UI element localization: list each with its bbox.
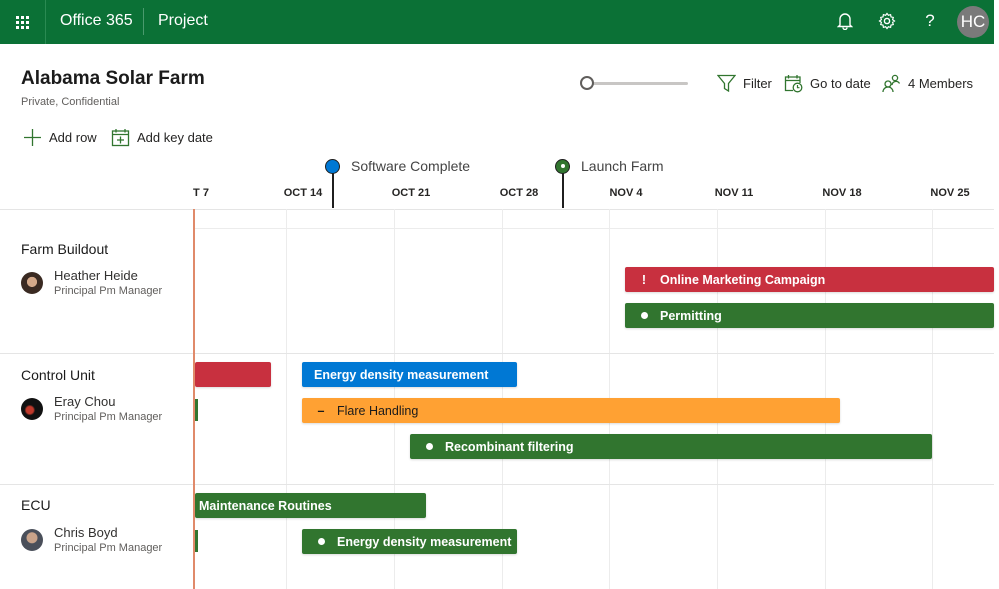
task-bar[interactable]: – Flare Handling [302, 398, 840, 423]
go-to-date-button[interactable]: Go to date [784, 74, 871, 93]
waffle-icon [16, 15, 29, 29]
group-name[interactable]: Farm Buildout [21, 241, 108, 257]
group-owner[interactable]: Chris Boyd Principal Pm Manager [21, 525, 162, 554]
milestone-marker-icon [555, 158, 570, 174]
app-name-link[interactable]: Project [158, 12, 208, 30]
status-dot-icon [318, 538, 325, 545]
task-bar-stub[interactable] [195, 399, 198, 421]
header-divider [0, 209, 994, 210]
task-label: Online Marketing Campaign [660, 272, 826, 287]
app-launcher-button[interactable] [0, 0, 46, 44]
milestone-launch-farm[interactable]: Launch Farm [555, 158, 663, 174]
owner-name: Eray Chou [54, 394, 116, 409]
milestone-label: Launch Farm [581, 158, 664, 174]
user-avatar[interactable]: HC [957, 6, 989, 38]
add-key-date-button[interactable]: Add key date [111, 128, 213, 147]
date-header: OCT 21 [391, 187, 431, 199]
avatar [21, 272, 43, 294]
week-gridline [286, 209, 287, 589]
task-label: Maintenance Routines [199, 498, 332, 513]
task-bar[interactable]: Recombinant filtering [410, 434, 932, 459]
help-icon: ? [925, 11, 935, 30]
task-bar[interactable]: Energy density measurement [302, 362, 517, 387]
task-bar[interactable]: Permitting [625, 303, 994, 328]
bell-icon [837, 13, 853, 30]
task-label: Energy density measurement [337, 534, 512, 549]
week-gridline [932, 209, 933, 589]
owner-name: Chris Boyd [54, 525, 118, 540]
in-progress-icon: – [317, 403, 325, 418]
task-bar[interactable]: Maintenance Routines [195, 493, 426, 518]
milestone-line-software-complete [332, 172, 334, 208]
filter-button[interactable]: Filter [717, 74, 772, 92]
status-dot-icon [641, 312, 648, 319]
zoom-slider[interactable] [580, 76, 690, 90]
owner-role: Principal Pm Manager [54, 411, 163, 423]
go-to-date-label: Go to date [810, 76, 871, 91]
task-label: Recombinant filtering [445, 439, 574, 454]
calendar-clock-icon [784, 75, 803, 93]
task-label: Permitting [660, 308, 722, 323]
members-label: 4 Members [908, 76, 974, 91]
milestone-label: Software Complete [351, 158, 471, 174]
add-key-date-label: Add key date [137, 130, 213, 145]
row-divider [0, 484, 994, 485]
date-header: NOV 11 [714, 187, 754, 199]
slider-thumb[interactable] [580, 76, 594, 90]
project-subtitle: Private, Confidential [21, 96, 120, 108]
priority-icon: ! [641, 272, 647, 287]
avatar [21, 529, 43, 551]
task-label: Flare Handling [337, 403, 419, 418]
help-button[interactable]: ? [919, 10, 941, 32]
date-header: NOV 4 [609, 187, 643, 199]
date-header: OCT 28 [499, 187, 539, 199]
owner-role: Principal Pm Manager [54, 542, 163, 554]
slider-track [586, 82, 688, 85]
gear-icon [878, 12, 896, 30]
group-owner[interactable]: Eray Chou Principal Pm Manager [21, 394, 162, 423]
date-header: NOV 18 [822, 187, 862, 199]
owner-role: Principal Pm Manager [54, 285, 163, 297]
group-owner[interactable]: Heather Heide Principal Pm Manager [21, 268, 162, 297]
header-divider [143, 8, 144, 35]
add-row-button[interactable]: Add row [23, 128, 97, 147]
people-icon [882, 74, 901, 93]
status-dot-icon [426, 443, 433, 450]
suite-header: Office 365 Project ? HC [0, 0, 994, 44]
task-label: Energy density measurement [314, 367, 489, 382]
milestone-software-complete[interactable]: Software Complete [325, 158, 470, 174]
calendar-add-icon [111, 129, 130, 147]
group-name[interactable]: ECU [21, 497, 51, 513]
avatar [21, 398, 43, 420]
window-edge [994, 0, 999, 589]
filter-label: Filter [743, 75, 772, 91]
add-row-label: Add row [49, 130, 97, 145]
date-header: NOV 25 [930, 187, 970, 199]
subheader-divider [194, 228, 994, 229]
plus-icon [24, 129, 41, 146]
notifications-button[interactable] [834, 10, 856, 32]
project-title: Alabama Solar Farm [21, 68, 205, 89]
members-button[interactable]: 4 Members [882, 74, 973, 93]
milestone-line-launch-farm [562, 172, 564, 208]
group-name[interactable]: Control Unit [21, 367, 95, 383]
date-header: T 7 [193, 187, 209, 199]
today-marker-line [193, 209, 195, 589]
task-bar[interactable] [195, 362, 271, 387]
filter-icon [717, 74, 736, 92]
owner-name: Heather Heide [54, 268, 138, 283]
task-bar[interactable]: ! Online Marketing Campaign [625, 267, 994, 292]
settings-button[interactable] [876, 10, 898, 32]
task-bar-stub[interactable] [195, 530, 198, 552]
milestone-marker-icon [325, 158, 340, 174]
office-365-link[interactable]: Office 365 [60, 12, 133, 30]
date-header: OCT 14 [283, 187, 323, 199]
task-bar[interactable]: Energy density measurement [302, 529, 517, 554]
row-divider [0, 353, 994, 354]
